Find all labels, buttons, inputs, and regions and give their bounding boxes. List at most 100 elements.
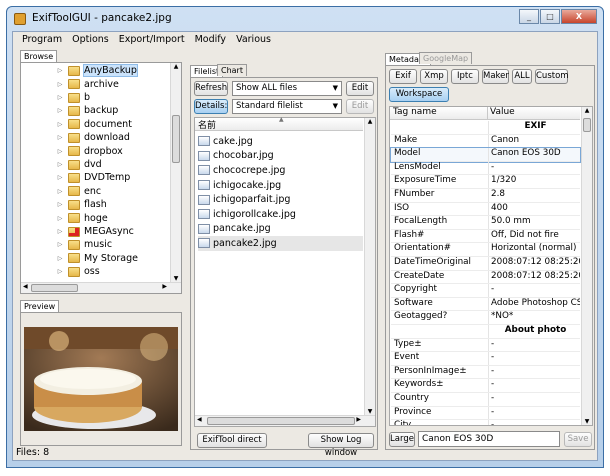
details-button[interactable]: Details: [194, 99, 228, 114]
folder-tree[interactable]: ▷ AnyBackup ▷ archive ▷ b ▷ backup ▷ document ▷ dow… [20, 62, 182, 294]
metadata-table[interactable]: Tag name Value EXIF Make Canon Model Canon E… [389, 106, 593, 426]
custom-button[interactable]: Custom [535, 69, 569, 84]
metadata-row[interactable]: ISO 400 [391, 202, 580, 217]
tree-vscroll-thumb[interactable] [172, 115, 180, 163]
tree-folder-item[interactable]: ▷ flash [55, 198, 107, 212]
xmp-button[interactable]: Xmp [420, 69, 448, 84]
tree-folder-item[interactable]: ▷ b [55, 91, 90, 105]
tab-googlemap[interactable]: GoogleMap [419, 52, 473, 64]
tree-folder-item[interactable]: ▷ download [55, 131, 130, 145]
title-bar[interactable]: ExifToolGUI - pancake2.jpg _ □ X [7, 7, 603, 31]
expand-arrow-icon[interactable]: ▷ [55, 188, 65, 195]
metadata-row[interactable]: Keywords± - [391, 379, 580, 393]
metadata-row[interactable]: LensModel - [391, 161, 580, 176]
metadata-row[interactable]: Model Canon EOS 30D [390, 147, 581, 163]
metadata-row[interactable]: Province - [391, 406, 580, 421]
expand-arrow-icon[interactable]: ▷ [55, 174, 65, 181]
value-edit-input[interactable]: Canon EOS 30D [418, 431, 560, 447]
filelist-vscrollbar[interactable]: ▲ ▼ [364, 118, 375, 415]
file-list-item[interactable]: ichigocake.jpg [198, 178, 363, 193]
large-button[interactable]: Large [389, 432, 415, 447]
metadata-row[interactable]: Type± - [391, 338, 580, 353]
metadata-row[interactable]: DateTimeOriginal 2008:07:12 08:25:20 [391, 257, 580, 271]
file-list-item[interactable]: chococrepe.jpg [198, 163, 363, 178]
close-button[interactable]: X [561, 9, 597, 24]
maximize-button[interactable]: □ [540, 9, 560, 24]
expand-arrow-icon[interactable]: ▷ [55, 255, 65, 262]
metadata-row[interactable]: Orientation# Horizontal (normal) [391, 243, 580, 257]
tree-vscrollbar[interactable]: ▲ ▼ [170, 63, 181, 282]
iptc-button[interactable]: Iptc [451, 69, 479, 84]
tab-chart[interactable]: Chart [217, 64, 247, 76]
metadata-row[interactable]: Flash# Off, Did not fire [391, 229, 580, 244]
file-list-item[interactable]: pancake2.jpg [198, 236, 363, 251]
expand-arrow-icon[interactable]: ▷ [55, 81, 65, 88]
file-list-item[interactable]: cake.jpg [198, 134, 363, 149]
tree-folder-item[interactable]: ▷ enc [55, 185, 101, 199]
file-list[interactable]: 名前 ▲ cake.jpg chocobar.jpg chococrepe.jpg ic… [194, 116, 376, 427]
expand-arrow-icon[interactable]: ▷ [55, 215, 65, 222]
menu-modify[interactable]: Modify [190, 34, 231, 45]
expand-arrow-icon[interactable]: ▷ [55, 228, 65, 235]
metadata-section-row[interactable]: About photo [391, 325, 580, 339]
minimize-button[interactable]: _ [519, 9, 539, 24]
expand-arrow-icon[interactable]: ▷ [55, 161, 65, 168]
metadata-row[interactable]: PersonInImage± - [391, 365, 580, 380]
maker-button[interactable]: Maker [482, 69, 509, 84]
exif-button[interactable]: Exif [389, 69, 417, 84]
file-filter-select[interactable]: Show ALL files ▼ [232, 81, 342, 96]
metadata-row[interactable]: City - [391, 420, 580, 425]
metadata-row[interactable]: ExposureTime 1/320 [391, 175, 580, 189]
metadata-row[interactable]: Country - [391, 393, 580, 407]
menu-export-import[interactable]: Export/Import [114, 34, 190, 45]
tree-hscrollbar[interactable]: ◀ ▶ [21, 282, 181, 293]
filelist-hscrollbar[interactable]: ◀ ▶ [195, 415, 375, 426]
value-column-header[interactable]: Value [488, 107, 580, 119]
metadata-row[interactable]: Event - [391, 352, 580, 366]
expand-arrow-icon[interactable]: ▷ [55, 67, 65, 74]
expand-arrow-icon[interactable]: ▷ [55, 201, 65, 208]
tree-folder-item[interactable]: ▷ backup [55, 104, 119, 118]
metadata-vscrollbar[interactable]: ▲ ▼ [581, 107, 592, 425]
filter-edit-button[interactable]: Edit [346, 81, 374, 96]
expand-arrow-icon[interactable]: ▷ [55, 94, 65, 101]
metadata-row[interactable]: Make Canon [391, 134, 580, 149]
tree-folder-item[interactable]: ▷ AnyBackup [55, 64, 138, 78]
filelist-hscroll-thumb[interactable] [207, 417, 355, 425]
expand-arrow-icon[interactable]: ▷ [55, 134, 65, 141]
tree-folder-item[interactable]: ▷ dvd [55, 158, 102, 172]
view-select[interactable]: Standard filelist ▼ [232, 99, 342, 114]
file-list-item[interactable]: ichigorollcake.jpg [198, 207, 363, 222]
expand-arrow-icon[interactable]: ▷ [55, 268, 65, 275]
tree-folder-item[interactable]: ▷ archive [55, 77, 119, 91]
menu-options[interactable]: Options [67, 34, 114, 45]
workspace-button[interactable]: Workspace [389, 87, 449, 102]
file-list-item[interactable]: ichigoparfait.jpg [198, 192, 363, 207]
metadata-row[interactable]: FNumber 2.8 [391, 189, 580, 203]
tree-folder-item[interactable]: ▷ DVDTemp [55, 171, 131, 185]
file-list-item[interactable]: chocobar.jpg [198, 149, 363, 164]
expand-arrow-icon[interactable]: ▷ [55, 241, 65, 248]
expand-arrow-icon[interactable]: ▷ [55, 107, 65, 114]
tree-folder-item[interactable]: ▷ dropbox [55, 144, 123, 158]
expand-arrow-icon[interactable]: ▷ [55, 148, 65, 155]
tree-folder-item[interactable]: ▷ document [55, 118, 132, 132]
tree-folder-item[interactable]: ▷ oss [55, 265, 100, 279]
file-list-item[interactable]: pancake.jpg [198, 222, 363, 237]
menu-various[interactable]: Various [231, 34, 276, 45]
tree-folder-item[interactable]: ▷ music [55, 238, 112, 252]
menu-program[interactable]: Program [17, 34, 67, 45]
tree-folder-item[interactable]: ▷ My Storage [55, 252, 138, 266]
refresh-button[interactable]: Refresh [194, 81, 228, 96]
expand-arrow-icon[interactable]: ▷ [55, 121, 65, 128]
tree-folder-item[interactable]: ▷ hoge [55, 211, 108, 225]
metadata-row[interactable]: CreateDate 2008:07:12 08:25:20 [391, 270, 580, 285]
all-button[interactable]: ALL [512, 69, 532, 84]
tree-hscroll-thumb[interactable] [31, 284, 78, 292]
metadata-section-row[interactable]: EXIF [391, 121, 580, 135]
metadata-row[interactable]: FocalLength 50.0 mm [391, 216, 580, 230]
name-column-header[interactable]: 名前 ▲ [195, 116, 363, 131]
metadata-vscroll-thumb[interactable] [583, 118, 591, 132]
tree-folder-item[interactable]: ▷ MEGAsync [55, 225, 134, 239]
metadata-row[interactable]: Geotagged? *NO* [391, 311, 580, 325]
